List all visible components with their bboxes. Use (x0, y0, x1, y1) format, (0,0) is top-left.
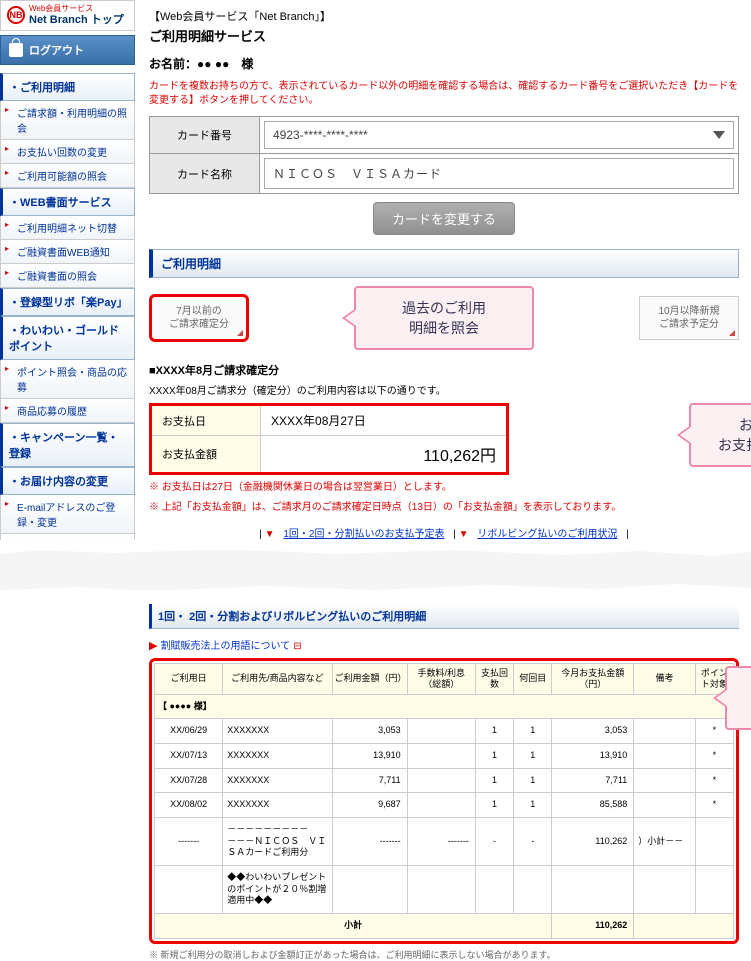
usage-col-header: 手数料/利息（総額） (407, 664, 475, 695)
triangle-icon (729, 330, 735, 336)
usage-col-header: ご利用先/商品内容など (223, 664, 332, 695)
tab-next-month[interactable]: 10月以降新規 ご請求予定分 (639, 296, 739, 340)
triangle-icon (237, 330, 243, 336)
table-row: XX/06/29XXXXXXX3,053113,053* (155, 719, 734, 744)
usage-col-header: ご利用日 (155, 664, 223, 695)
term-link[interactable]: 割賦販売法上の用語について (161, 641, 291, 652)
sidebar-item[interactable]: ご請求額・利用明細の照会 (0, 101, 135, 140)
change-card-button[interactable]: カードを変更する (373, 202, 515, 235)
billing-heading: ■XXXX年8月ご請求確定分 (149, 362, 739, 378)
nb-top-link[interactable]: NB Web会員サービスNet Branch トップ (0, 0, 135, 31)
usage-detail-frame: ご利用日ご利用先/商品内容などご利用金額（円）手数料/利息（総額）支払回数何回目… (149, 658, 739, 944)
total-label: 小計 (155, 914, 552, 939)
sidebar-section-header[interactable]: ・わいわい・ゴールドポイント (0, 316, 135, 360)
sidebar-section-header[interactable]: ・お届け内容の変更 (0, 467, 135, 495)
pay-date-label: お支払日 (151, 405, 261, 436)
usage-detail-table: ご利用日ご利用先/商品内容などご利用金額（円）手数料/利息（総額）支払回数何回目… (154, 663, 734, 939)
card-no-label: カード番号 (150, 117, 260, 154)
total-value: 110,262 (552, 914, 634, 939)
payment-summary-table: お支払日 XXXX年08月27日 お支払金額 110,262円 (149, 403, 509, 475)
customer-name: お名前：●● ●● 様 (149, 55, 739, 72)
billing-desc: XXXX年08月ご請求分（確定分）のご利用内容は以下の通りです。 (149, 382, 739, 397)
sidebar-section-header[interactable]: ・キャンペーン一覧・登録 (0, 423, 135, 467)
sidebar: NB Web会員サービスNet Branch トップ ログアウト ・ご利用明細ご… (0, 0, 135, 961)
callout-past-usage: 過去のご利用 明細を照会 (354, 286, 534, 350)
footnote-1: ※ お支払日は27日（金融機関休業日の場合は翌営業日）とします。 (149, 481, 739, 495)
end-note: ※ 新規ご利用分の取消しおよび金額訂正があった場合は、ご利用明細に表示しない場合… (149, 948, 739, 961)
usage-col-header: 支払回数 (475, 664, 513, 695)
pay-date-value: XXXX年08月27日 (261, 405, 508, 436)
pay-amount-value: 110,262円 (261, 436, 508, 474)
usage-col-header: 何回目 (514, 664, 552, 695)
usage-col-header: ご利用金額（円） (332, 664, 407, 695)
main-content: 【Web会員サービス「Net Branch」】 ご利用明細サービス お名前：●●… (135, 0, 751, 961)
logout-button[interactable]: ログアウト (0, 35, 135, 65)
table-row: XX/08/02XXXXXXX9,6871185,588* (155, 793, 734, 818)
sidebar-item[interactable]: 商品応募の履歴 (0, 399, 135, 423)
card-name-label: カード名称 (150, 154, 260, 194)
callout-usage-detail: ご利用明細を 照会 (725, 666, 751, 730)
usage-subheader: 【 ●●●● 様】 (155, 694, 734, 719)
page-title: 【Web会員サービス「Net Branch」】 (149, 8, 739, 24)
card-name-value: ＮＩＣＯＳ ＶＩＳＡカード (264, 158, 734, 189)
sidebar-item[interactable]: お支払い回数の変更 (0, 140, 135, 164)
sidebar-item[interactable]: ポイント照会・商品の応募 (0, 360, 135, 399)
table-row: XX/07/13XXXXXXX13,9101113,910* (155, 743, 734, 768)
sidebar-item[interactable]: ご利用明細ネット切替 (0, 216, 135, 240)
usage-section-header: ご利用明細 (149, 249, 739, 278)
table-row: -------－－－－－－－－－ －－－ＮＩＣＯＳ ＶＩＳＡカードご利用分---… (155, 818, 734, 866)
sidebar-item[interactable]: ご融資書面の照会 (0, 264, 135, 288)
table-row: XX/07/28XXXXXXX7,711117,711* (155, 768, 734, 793)
page-subtitle: ご利用明細サービス (149, 26, 739, 45)
usage-col-header: 今月お支払金額（円） (552, 664, 634, 695)
usage-col-header: 備考 (634, 664, 695, 695)
page-break (0, 550, 751, 590)
sidebar-item[interactable]: ご融資書面WEB通知 (0, 240, 135, 264)
link-installment[interactable]: 1回・2回・分割払いのお支払予定表 (283, 529, 444, 540)
detail-section-header: 1回・ 2回・分割およびリボルビング払いのご利用明細 (149, 604, 739, 629)
lock-icon (9, 43, 23, 57)
sidebar-section-header[interactable]: ・WEB書面サービス (0, 188, 135, 216)
footnote-2: ※ 上記「お支払金額」は、ご請求月のご請求確定日時点（13日）の「お支払金額」を… (149, 501, 739, 515)
sidebar-item[interactable]: ご利用可能額の照会 (0, 164, 135, 188)
callout-payment: お支払日、 お支払金額を照会 (689, 403, 751, 467)
sidebar-section-header[interactable]: ・登録型リボ「楽Pay」 (0, 288, 135, 316)
table-row: ◆◆わいわいプレゼントのポイントが２０％割増適用中◆◆ (155, 866, 734, 914)
pay-amount-label: お支払金額 (151, 436, 261, 474)
card-table: カード番号 4923-****-****-**** カード名称 ＮＩＣＯＳ ＶＩ… (149, 116, 739, 194)
card-notice: カードを複数お持ちの方で、表示されているカード以外の明細を確認する場合は、確認す… (149, 80, 739, 108)
nb-logo-icon: NB (7, 6, 25, 24)
card-number-select[interactable]: 4923-****-****-**** (264, 121, 734, 149)
dropdown-arrow-icon (713, 131, 725, 139)
link-row: | ▼ 1回・2回・分割払いのお支払予定表 | ▼ リボルビング払いのご利用状況… (149, 525, 739, 540)
sidebar-item[interactable]: E-mailアドレスのご登録・変更 (0, 495, 135, 534)
sidebar-section-header[interactable]: ・ご利用明細 (0, 73, 135, 101)
tab-prev-month[interactable]: 7月以前の ご請求確定分 (149, 294, 249, 342)
link-revolving[interactable]: リボルビング払いのご利用状況 (477, 529, 617, 540)
